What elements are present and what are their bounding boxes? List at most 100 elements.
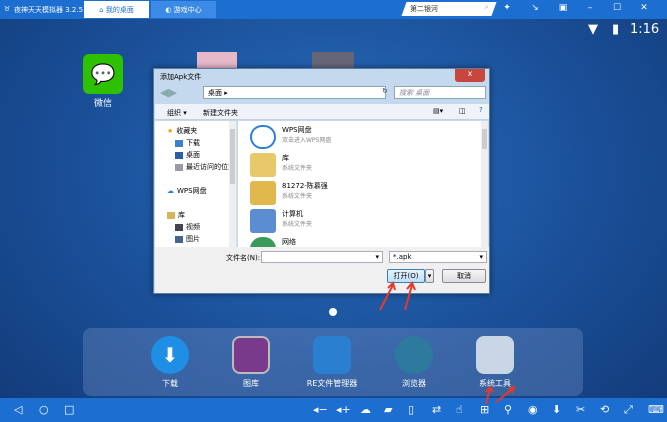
file-item[interactable]: 计算机 系统文件夹	[250, 209, 312, 233]
chevron-down-icon: ▾	[375, 253, 379, 261]
file-item[interactable]: 网络	[250, 237, 296, 247]
app-label: 下载	[162, 379, 178, 388]
volume-up-icon[interactable]: ◂+	[336, 403, 351, 416]
search-icon[interactable]: ⌕	[483, 3, 490, 12]
home-icon[interactable]: ○	[39, 403, 49, 416]
recent-apps-icon[interactable]: □	[64, 403, 74, 416]
settings-icon[interactable]: ▣	[556, 3, 570, 13]
file-name: 计算机	[282, 210, 303, 218]
minimize-icon[interactable]: –	[583, 3, 597, 13]
file-item[interactable]: 库系统文件夹	[250, 153, 312, 177]
app-icon-partial[interactable]	[312, 52, 354, 68]
nav-library[interactable]: 库	[167, 210, 185, 220]
tab-game-center[interactable]: ◐ 游戏中心	[151, 1, 216, 18]
nav-favorites[interactable]: ★ 收藏夹	[167, 126, 197, 136]
install-icon[interactable]: ⬇	[552, 403, 561, 416]
file-item[interactable]: 81272-陈慕强 系统文件夹	[250, 181, 328, 205]
gamepad-icon: ◐	[165, 5, 174, 14]
dialog-title: 添加Apk文件	[160, 73, 202, 81]
gallery-icon	[232, 336, 270, 374]
toolbox-icon[interactable]: ▰	[384, 403, 392, 416]
screenshot-icon[interactable]: ✂	[576, 403, 585, 416]
back-icon[interactable]: ◁	[14, 403, 22, 416]
rotate-icon[interactable]: ⟲	[600, 403, 609, 416]
dialog-close-button[interactable]: x	[455, 69, 485, 82]
nav-videos[interactable]: 视频	[175, 222, 200, 232]
nav-wps[interactable]: ☁ WPS网盘	[167, 186, 207, 196]
dock-app-download[interactable]: ⬇ 下载	[135, 336, 205, 389]
dialog-search-input[interactable]: 搜索 桌面	[394, 86, 486, 99]
volume-down-icon[interactable]: ◂−	[313, 403, 328, 416]
new-folder-button[interactable]: 新建文件夹	[203, 108, 238, 118]
video-icon	[175, 223, 183, 231]
tab-label: 游戏中心	[173, 5, 202, 14]
nav-desktop[interactable]: 桌面	[175, 150, 200, 160]
shrink-icon[interactable]: ↘	[528, 3, 542, 13]
annotation-arrow	[485, 385, 516, 405]
home-icon: ⌂	[99, 5, 106, 14]
organize-menu[interactable]: 组织 ▾	[167, 108, 187, 118]
preview-pane-icon[interactable]: ◫	[459, 107, 466, 115]
file-type-select[interactable]: *.apk ▾	[389, 251, 487, 263]
nav-scrollbar[interactable]	[229, 121, 236, 247]
back-forward-icon[interactable]: ◀▶	[160, 86, 177, 99]
globe-icon	[395, 336, 433, 374]
clock: 1:16	[630, 22, 660, 37]
nav-recent[interactable]: 最近访问的位置	[175, 162, 235, 172]
shake-icon[interactable]: ☁	[360, 403, 371, 416]
refresh-icon[interactable]: ↻	[382, 87, 388, 95]
fullscreen-icon[interactable]: ⤢	[624, 403, 633, 417]
filename-input[interactable]: ▾	[261, 251, 383, 263]
nav-label: 最近访问的位置	[186, 163, 235, 171]
file-type: 双击进入WPS网盘	[282, 137, 332, 144]
annotation-arrows	[379, 281, 416, 311]
open-dropdown-button[interactable]: ▾	[425, 269, 434, 283]
camera-icon[interactable]: ◉	[528, 403, 538, 416]
app-label: 浏览器	[402, 379, 426, 388]
file-type: 系统文件夹	[282, 221, 313, 228]
file-scrollbar[interactable]	[481, 121, 488, 247]
app-label: RE文件管理器	[306, 379, 358, 388]
user-folder-icon	[250, 181, 276, 205]
star-icon: ★	[167, 127, 174, 135]
download-icon: ⬇	[151, 336, 189, 374]
help-icon[interactable]: ?	[479, 106, 483, 114]
nav-label: 收藏夹	[176, 127, 198, 135]
sync-icon[interactable]: ⇄	[432, 403, 441, 416]
file-name: WPS网盘	[282, 126, 312, 134]
file-type-value: *.apk	[393, 253, 412, 261]
delete-icon[interactable]: ▯	[408, 403, 414, 416]
app-icon-partial[interactable]	[197, 52, 237, 68]
nav-pictures[interactable]: 图片	[175, 234, 200, 244]
file-item[interactable]: WPS网盘双击进入WPS网盘	[250, 125, 331, 149]
download-folder-icon	[175, 139, 183, 147]
cancel-button[interactable]: 取消	[442, 269, 486, 283]
address-bar[interactable]: 桌面 ▸	[203, 86, 386, 99]
nav-downloads[interactable]: 下载	[175, 138, 200, 148]
search-placeholder: 搜索 桌面	[399, 89, 430, 97]
app-label: 微信	[93, 99, 112, 109]
tab-my-desktop[interactable]: ⌂ 我的桌面	[84, 1, 149, 18]
touch-icon[interactable]: ☝	[456, 403, 463, 416]
page-indicator[interactable]	[329, 308, 337, 316]
maximize-icon[interactable]: ☐	[610, 3, 624, 13]
pin-icon[interactable]: ✦	[500, 3, 514, 13]
keyboard-icon[interactable]: ⌨	[648, 403, 664, 416]
battery-icon: ▮	[612, 22, 620, 37]
emulator-titlebar: ♉ 夜神天天模拟器 3.2.5 ◯ ⌂ 我的桌面 ◐ 游戏中心 第二银河⌕ ✦ …	[0, 0, 667, 19]
cloud-icon	[250, 125, 276, 149]
dock-app-gallery[interactable]: 图库	[216, 336, 286, 389]
recent-icon	[175, 163, 183, 171]
app-label: 图库	[243, 379, 259, 388]
view-icon[interactable]: ▤▾	[433, 107, 443, 115]
close-icon[interactable]: ✕	[637, 3, 651, 13]
dock-app-browser[interactable]: 浏览器	[379, 336, 449, 389]
dock-app-re-file-manager[interactable]: RE文件管理器	[297, 336, 367, 389]
app-wechat[interactable]: 💬 微信	[82, 54, 124, 109]
file-list: WPS网盘双击进入WPS网盘 库系统文件夹 81272-陈慕强 系统文件夹 计算机…	[238, 121, 488, 247]
library-folder-icon	[250, 153, 276, 177]
app-logo-icon: ♉	[4, 5, 11, 13]
search-input[interactable]: 第二银河 ⌕	[401, 2, 497, 16]
dock-app-system-tools[interactable]: 系统工具	[460, 336, 530, 389]
add-apk-dialog: 添加Apk文件 x ◀▶ 桌面 ▸ ↻ 搜索 桌面 组织 ▾ 新建文件夹 ▤▾ …	[153, 68, 490, 294]
